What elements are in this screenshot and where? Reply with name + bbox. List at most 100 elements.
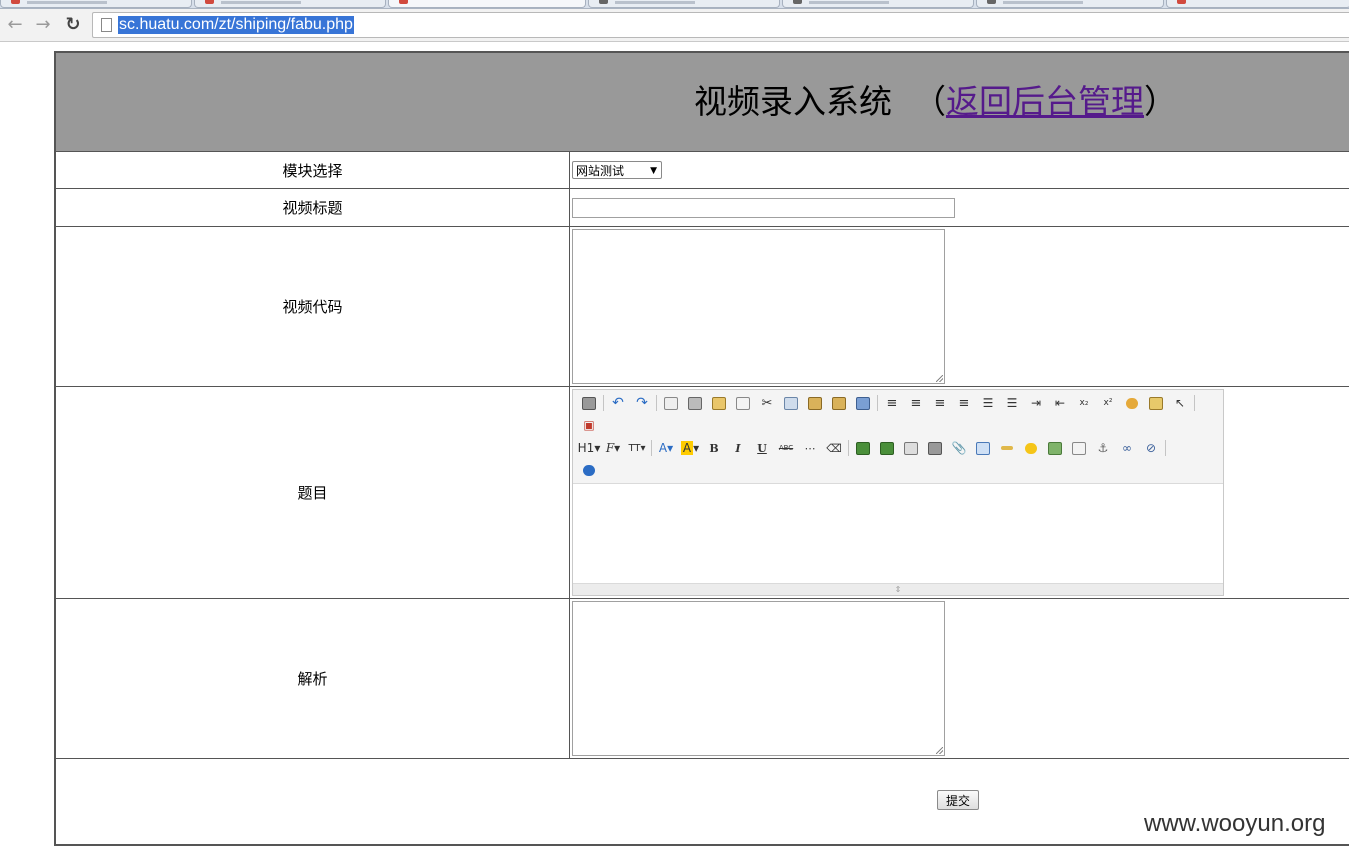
code-block-icon[interactable]: [733, 394, 753, 412]
page-header: 视频录入系统 （返回后台管理）: [54, 51, 1349, 152]
background-color-dropdown-label: A: [680, 441, 694, 455]
insert-multi-image-icon[interactable]: [877, 439, 897, 457]
browser-tab[interactable]: [1166, 0, 1349, 8]
arrow-left-icon[interactable]: ←: [4, 14, 26, 36]
toolbar-separator: [603, 395, 604, 411]
tab-title-fragment: [809, 1, 889, 4]
resize-grip-icon[interactable]: [936, 747, 943, 754]
preview-icon[interactable]: [661, 394, 681, 412]
template-icon[interactable]: [709, 394, 729, 412]
select-all-icon[interactable]: [1146, 394, 1166, 412]
tab-favicon-icon: [987, 0, 996, 4]
emoticon-icon[interactable]: [1021, 439, 1041, 457]
browser-tab[interactable]: [194, 0, 386, 8]
toolbar-separator: [877, 395, 878, 411]
strikethrough-button[interactable]: ABC: [776, 439, 796, 457]
source-code-icon[interactable]: [579, 394, 599, 412]
address-bar[interactable]: sc.huatu.com/zt/shiping/fabu.php: [92, 12, 1349, 38]
align-left-icon[interactable]: ≡: [882, 394, 902, 412]
address-url[interactable]: sc.huatu.com/zt/shiping/fabu.php: [118, 16, 354, 34]
submit-button[interactable]: 提交: [937, 790, 979, 810]
anchor-icon[interactable]: ⚓: [1093, 439, 1113, 457]
browser-tab[interactable]: [782, 0, 974, 8]
title-text: 视频录入系统: [694, 82, 892, 121]
heading-dropdown[interactable]: H1 ▾: [577, 439, 601, 457]
module-label: 模块选择: [54, 151, 570, 189]
italic-button[interactable]: I: [728, 439, 748, 457]
eraser-icon[interactable]: ⌫: [824, 439, 844, 457]
tab-favicon-icon: [205, 0, 214, 4]
paste-text-icon[interactable]: [829, 394, 849, 412]
module-select[interactable]: 网站测试 ▼: [572, 161, 662, 179]
copy-icon[interactable]: [781, 394, 801, 412]
align-center-icon[interactable]: ≡: [906, 394, 926, 412]
toolbar-separator: [651, 440, 652, 456]
redo-icon[interactable]: ↷: [632, 394, 652, 412]
video-entry-form-table: 视频录入系统 （返回后台管理） 模块选择 网站测试 ▼ 视频标题 视频代码 题目: [54, 51, 1349, 846]
analysis-textarea[interactable]: [572, 601, 945, 756]
cursor-select-icon[interactable]: ↖: [1170, 394, 1190, 412]
video-title-input[interactable]: [572, 198, 955, 218]
bold-button[interactable]: B: [704, 439, 724, 457]
rich-text-editor: ↶ ↷ ✂ ≡ ≡ ≡ ≡ ☰ ☰ ⇥ ⇤ x₂ x² ↖ ▣ H1 ▾ F ▾…: [572, 389, 1224, 596]
browser-tab[interactable]: [976, 0, 1164, 8]
print-icon[interactable]: [685, 394, 705, 412]
toolbar-row-4: [579, 460, 603, 480]
editor-resize-bar[interactable]: ⇕: [573, 583, 1223, 595]
tab-favicon-icon: [399, 0, 408, 4]
font-size-dropdown[interactable]: TT ▾: [627, 439, 647, 457]
align-justify-icon[interactable]: ≡: [954, 394, 974, 412]
font-family-dropdown[interactable]: F ▾: [603, 439, 623, 457]
attachment-icon[interactable]: 📎: [949, 439, 969, 457]
video-code-textarea[interactable]: [572, 229, 945, 384]
fullscreen-icon[interactable]: ▣: [579, 416, 599, 434]
help-icon[interactable]: [579, 461, 599, 479]
insert-table-icon[interactable]: [973, 439, 993, 457]
video-title-field-cell: [569, 188, 1349, 227]
subscript-icon[interactable]: x₂: [1074, 394, 1094, 412]
font-color-dropdown[interactable]: A ▾: [656, 439, 676, 457]
insert-flash-icon[interactable]: [901, 439, 921, 457]
background-color-dropdown[interactable]: A ▾: [680, 439, 700, 457]
browser-toolbar: ← → ↻ sc.huatu.com/zt/shiping/fabu.php: [0, 9, 1349, 42]
outdent-icon[interactable]: ⇤: [1050, 394, 1070, 412]
insert-media-icon[interactable]: [925, 439, 945, 457]
page-break-icon[interactable]: [1069, 439, 1089, 457]
module-select-value: 网站测试: [576, 164, 625, 178]
paste-icon[interactable]: [805, 394, 825, 412]
horizontal-rule-icon[interactable]: ⋯: [800, 439, 820, 457]
clear-format-icon[interactable]: [1122, 394, 1142, 412]
superscript-icon[interactable]: x²: [1098, 394, 1118, 412]
tab-title-fragment: [221, 1, 301, 4]
paste-word-icon[interactable]: [853, 394, 873, 412]
browser-tab[interactable]: [588, 0, 780, 8]
insert-image-icon[interactable]: [853, 439, 873, 457]
toolbar-row-3: H1 ▾ F ▾ TT ▾ A ▾ A ▾ B I U ABC ⋯ ⌫ 📎 ⚓ …: [577, 438, 1170, 458]
browser-tab-active[interactable]: [388, 0, 586, 8]
link-icon[interactable]: ∞: [1117, 439, 1137, 457]
unordered-list-icon[interactable]: ☰: [1002, 394, 1022, 412]
resize-grip-icon[interactable]: [936, 375, 943, 382]
insert-hr-icon[interactable]: [997, 439, 1017, 457]
unlink-icon[interactable]: ⊘: [1141, 439, 1161, 457]
question-field-cell: ↶ ↷ ✂ ≡ ≡ ≡ ≡ ☰ ☰ ⇥ ⇤ x₂ x² ↖ ▣ H1 ▾ F ▾…: [569, 386, 1349, 599]
video-code-field-cell: [569, 226, 1349, 387]
back-to-admin-link[interactable]: 返回后台管理: [946, 82, 1144, 121]
question-label: 题目: [54, 386, 570, 599]
insert-picture-icon[interactable]: [1045, 439, 1065, 457]
underline-button[interactable]: U: [752, 439, 772, 457]
arrow-right-icon[interactable]: →: [32, 14, 54, 36]
undo-icon[interactable]: ↶: [608, 394, 628, 412]
align-right-icon[interactable]: ≡: [930, 394, 950, 412]
toolbar-separator: [1194, 395, 1195, 411]
indent-icon[interactable]: ⇥: [1026, 394, 1046, 412]
heading-dropdown-label: H1: [577, 441, 595, 455]
ordered-list-icon[interactable]: ☰: [978, 394, 998, 412]
reload-icon[interactable]: ↻: [62, 14, 84, 36]
editor-toolbar: ↶ ↷ ✂ ≡ ≡ ≡ ≡ ☰ ☰ ⇥ ⇤ x₂ x² ↖ ▣ H1 ▾ F ▾…: [573, 390, 1223, 484]
resize-handle-icon[interactable]: ⇕: [895, 585, 902, 594]
browser-tab[interactable]: [0, 0, 192, 8]
tab-favicon-icon: [599, 0, 608, 4]
cut-icon[interactable]: ✂: [757, 394, 777, 412]
toolbar-separator: [848, 440, 849, 456]
